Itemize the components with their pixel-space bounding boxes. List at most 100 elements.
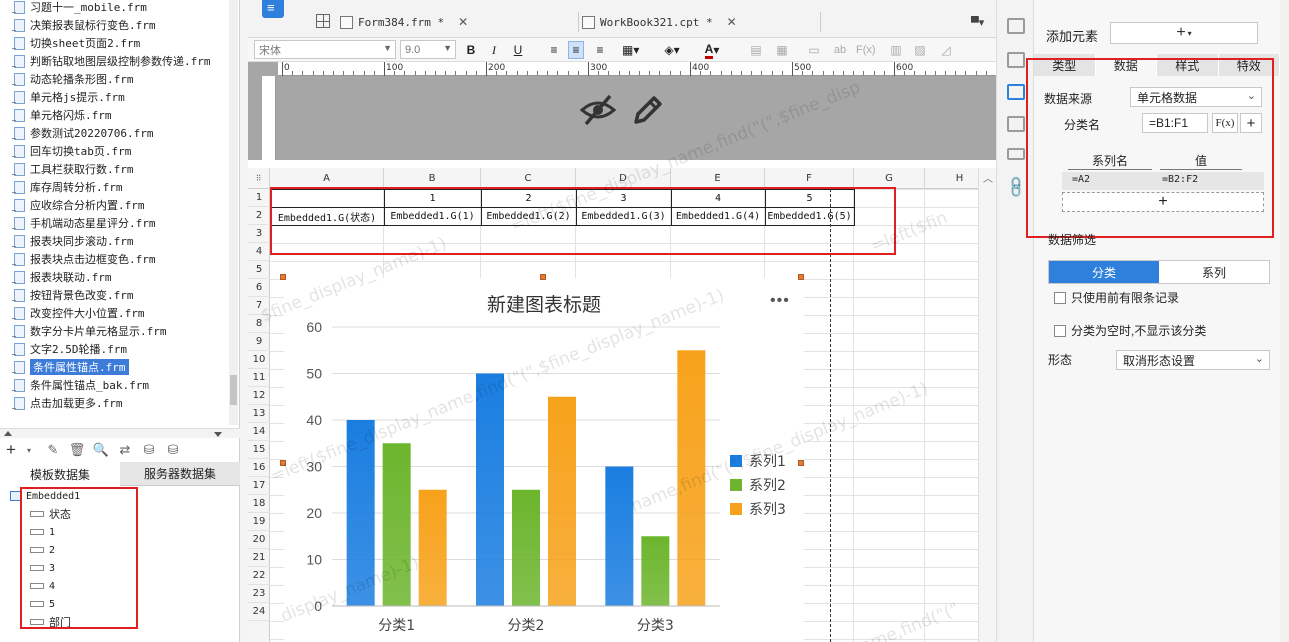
edit-icon[interactable]: ✎ — [44, 441, 62, 459]
condition-properties-icon[interactable] — [1007, 52, 1025, 68]
row-header-cell[interactable]: 12 — [248, 387, 270, 405]
row-header-cell[interactable]: 5 — [248, 261, 270, 279]
font-size-select[interactable]: 9.0 ▼ — [400, 40, 456, 59]
column-header-cell[interactable]: F — [765, 168, 854, 189]
file-list-scrollbar[interactable] — [229, 0, 238, 425]
filter-tab-series[interactable]: 系列 — [1159, 261, 1269, 283]
select-all-corner[interactable]: ⠿ — [248, 168, 270, 189]
italic-icon[interactable]: I — [486, 41, 502, 59]
list-properties-icon[interactable] — [1007, 148, 1025, 160]
checkbox-box[interactable] — [1054, 291, 1066, 304]
file-item[interactable]: 决策报表鼠标行变色.frm — [12, 16, 156, 34]
border-icon[interactable]: ▦▾ — [622, 41, 639, 59]
resize-handle[interactable] — [280, 460, 286, 466]
file-item[interactable]: 判断钻取地图层级控制参数传递.frm — [12, 52, 211, 70]
file-item[interactable]: 条件属性锚点.frm — [12, 358, 129, 376]
row-header-cell[interactable]: 24 — [248, 603, 270, 621]
file-item[interactable]: 数字分卡片单元格显示.frm — [12, 322, 167, 340]
close-icon[interactable]: ✕ — [727, 15, 737, 29]
row-header-cell[interactable]: 1 — [248, 189, 270, 207]
file-item[interactable]: 习题十一_mobile.frm — [12, 0, 147, 16]
sheet-scrollbar[interactable]: ︿ — [978, 168, 996, 642]
row-header-cell[interactable]: 23 — [248, 585, 270, 603]
column-header-cell[interactable]: A — [270, 168, 384, 189]
tab-list-icon[interactable]: ▀▾ — [971, 16, 984, 29]
add-dataset-icon[interactable]: + — [2, 440, 20, 459]
row-header-cell[interactable]: 20 — [248, 531, 270, 549]
font-color-icon[interactable]: A ▾ — [704, 41, 720, 59]
align-right-icon[interactable]: ≡ — [592, 41, 608, 59]
file-item[interactable]: 单元格闪烁.frm — [12, 106, 112, 124]
file-item[interactable]: 改变控件大小位置.frm — [12, 304, 145, 322]
row-header-cell[interactable]: 13 — [248, 405, 270, 423]
bold-icon[interactable]: B — [463, 41, 479, 59]
text-icon[interactable]: ab — [832, 41, 848, 59]
clear-icon[interactable]: ◿ — [938, 41, 954, 59]
column-header-cell[interactable]: B — [384, 168, 481, 189]
file-item[interactable]: 单元格js提示.frm — [12, 88, 125, 106]
panel-splitter[interactable] — [0, 428, 240, 438]
file-item[interactable]: 应收综合分析内置.frm — [12, 196, 145, 214]
file-item[interactable]: 参数测试20220706.frm — [12, 124, 153, 142]
column-header-cell[interactable]: D — [576, 168, 671, 189]
row-header-cell[interactable]: 11 — [248, 369, 270, 387]
row-header-cell[interactable]: 6 — [248, 279, 270, 297]
resize-handle[interactable] — [280, 274, 286, 280]
database-settings-icon[interactable]: ⛁ — [164, 441, 182, 459]
database-icon[interactable]: ⛁ — [140, 441, 158, 459]
align-left-icon[interactable]: ≡ — [546, 41, 562, 59]
image-icon[interactable]: ▨ — [912, 41, 928, 59]
file-item[interactable]: 切换sheet页面2.frm — [12, 34, 140, 52]
fill-color-icon[interactable]: ◈▾ — [664, 41, 680, 59]
row-header-cell[interactable]: 3 — [248, 225, 270, 243]
file-item[interactable]: 手机端动态星星评分.frm — [12, 214, 156, 232]
dropdown-icon[interactable]: ▾ — [20, 441, 38, 459]
insert-cell-icon[interactable]: ▭ — [806, 41, 822, 59]
formula-icon[interactable]: F(x) — [856, 41, 876, 59]
row-header-cell[interactable]: 16 — [248, 459, 270, 477]
resize-handle[interactable] — [540, 274, 546, 280]
row-header-cell[interactable]: 22 — [248, 567, 270, 585]
file-item[interactable]: 文字2.5D轮播.frm — [12, 340, 127, 358]
delete-icon[interactable]: 🗑 — [68, 441, 86, 459]
app-logo-icon[interactable] — [262, 0, 284, 18]
underline-icon[interactable]: U — [510, 41, 526, 59]
row-header-cell[interactable]: 18 — [248, 495, 270, 513]
edit-pencil-icon[interactable] — [630, 92, 666, 128]
chart-icon[interactable]: ▥ — [888, 41, 904, 59]
chart-properties-icon[interactable] — [1007, 84, 1025, 100]
close-icon[interactable]: ✕ — [458, 15, 468, 29]
row-header-cell[interactable]: 4 — [248, 243, 270, 261]
file-item[interactable]: 库存周转分析.frm — [12, 178, 123, 196]
use-first-n-checkbox[interactable]: 只使用前有限条记录 — [1054, 289, 1179, 306]
shape-select[interactable]: 取消形态设置 ⌄ — [1116, 350, 1270, 370]
cell-properties-icon[interactable] — [1007, 18, 1025, 34]
column-header-cell[interactable]: G — [854, 168, 925, 189]
row-header-cell[interactable]: 15 — [248, 441, 270, 459]
widget-properties-icon[interactable] — [1007, 116, 1025, 132]
chart-component[interactable]: 新建图表标题 ••• 0 10 20 30 40 50 60 分类1 分类2 分类3 系列1 系列2 系… — [284, 278, 804, 642]
scrollbar-thumb[interactable] — [230, 375, 237, 405]
checkbox-box[interactable] — [1054, 324, 1066, 337]
collapse-down-icon[interactable] — [214, 432, 222, 437]
file-item[interactable]: 报表块点击边框变色.frm — [12, 250, 156, 268]
resize-handle[interactable] — [798, 460, 804, 466]
collapse-up-icon[interactable] — [4, 431, 12, 436]
convert-icon[interactable]: ⇄ — [116, 441, 134, 459]
file-item[interactable]: 报表块同步滚动.frm — [12, 232, 134, 250]
grid-view-icon[interactable] — [316, 14, 330, 28]
filter-tab-category[interactable]: 分类 — [1049, 261, 1159, 283]
unmerge-icon[interactable]: ▦ — [774, 41, 790, 59]
tab-form384[interactable]: Form384.frm * ✕ — [340, 12, 468, 32]
right-panel-scrollbar[interactable] — [1280, 0, 1289, 642]
row-header-cell[interactable]: 21 — [248, 549, 270, 567]
row-header-cell[interactable]: 7 — [248, 297, 270, 315]
row-header-cell[interactable]: 19 — [248, 513, 270, 531]
file-item[interactable]: 点击加载更多.frm — [12, 394, 123, 412]
preview-icon[interactable]: 🔍 — [92, 441, 110, 459]
row-header-cell[interactable]: 10 — [248, 351, 270, 369]
file-item[interactable]: 报表块联动.frm — [12, 268, 112, 286]
row-header-cell[interactable]: 9 — [248, 333, 270, 351]
file-item[interactable]: 回车切换tab页.frm — [12, 142, 131, 160]
tab-workbook321[interactable]: WorkBook321.cpt * ✕ — [582, 12, 737, 32]
